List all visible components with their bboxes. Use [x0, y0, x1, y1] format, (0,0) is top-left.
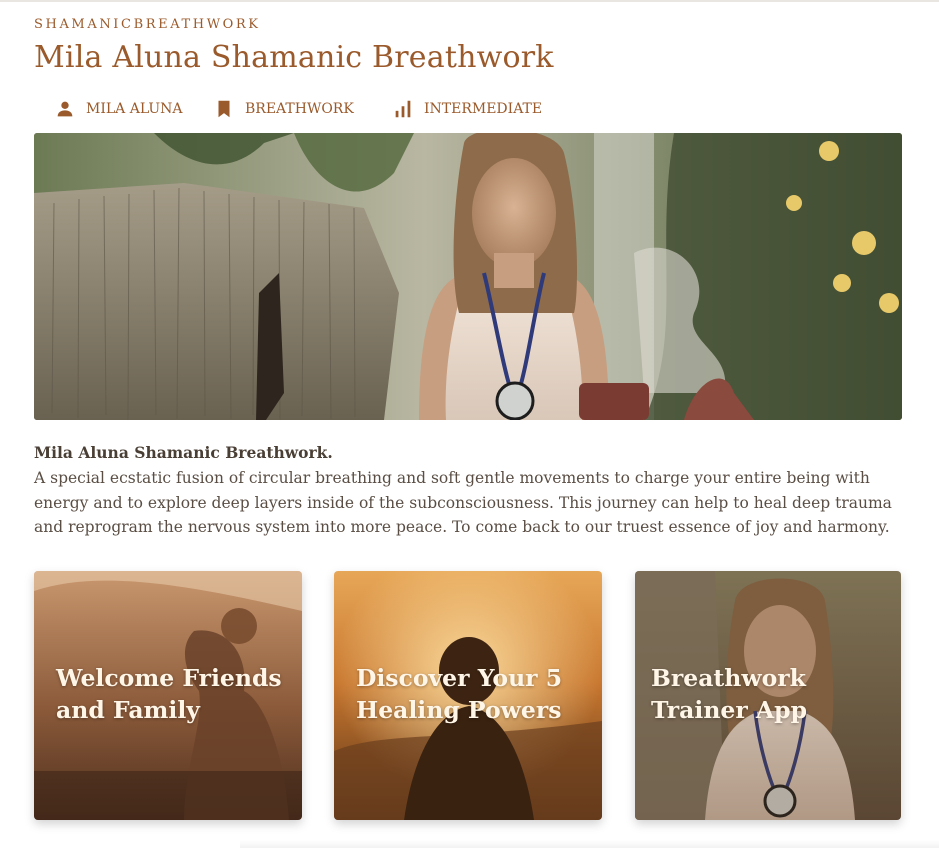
card-welcome-friends-and-family[interactable]: Welcome Friends and Family	[34, 571, 302, 820]
top-divider	[0, 0, 939, 2]
description-text: A special ecstatic fusion of circular br…	[34, 469, 892, 536]
brand-label[interactable]: SHAMANICBREATHWORK	[34, 17, 261, 32]
card-title: Welcome Friends and Family	[56, 664, 282, 724]
meta-author[interactable]: MILA ALUNA	[54, 98, 183, 120]
hero-image	[34, 133, 902, 420]
card-discover-healing-powers[interactable]: Discover Your 5 Healing Powers	[334, 571, 602, 820]
card-title: Breathwork Trainer App	[651, 664, 808, 724]
bar-chart-icon	[392, 98, 414, 120]
card-breathwork-trainer-app[interactable]: Breathwork Trainer App	[635, 571, 901, 820]
bookmark-icon	[213, 98, 235, 120]
course-meta: MILA ALUNA BREATHWORK INTERMEDIATE	[34, 98, 634, 120]
person-icon	[54, 98, 76, 120]
meta-category-label: BREATHWORK	[245, 101, 354, 117]
meta-level-label: INTERMEDIATE	[424, 101, 543, 117]
meta-level[interactable]: INTERMEDIATE	[392, 98, 542, 120]
description-title: Mila Aluna Shamanic Breathwork.	[34, 443, 333, 462]
bottom-shadow	[240, 840, 939, 848]
page-title: Mila Aluna Shamanic Breathwork	[34, 40, 554, 75]
meta-author-label: MILA ALUNA	[86, 101, 183, 117]
meta-category[interactable]: BREATHWORK	[213, 98, 354, 120]
card-title: Discover Your 5 Healing Powers	[356, 664, 563, 724]
